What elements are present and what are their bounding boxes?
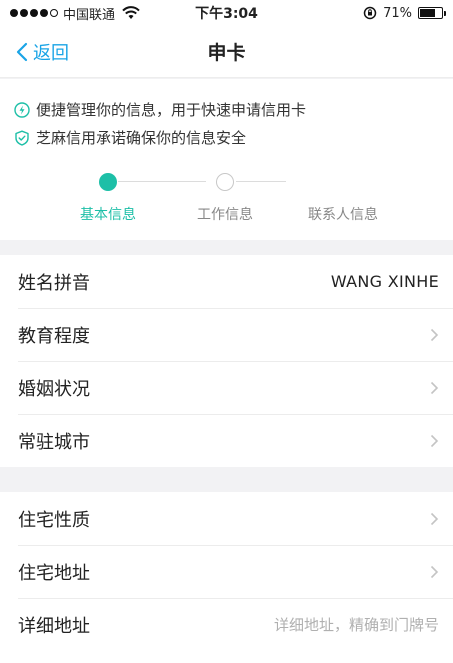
residence-address-row[interactable]: 住宅地址 xyxy=(0,545,453,598)
nav-bar: 返回 申卡 xyxy=(0,26,453,78)
name-pinyin-value: WANG XINHE xyxy=(330,272,439,291)
name-pinyin-row[interactable]: 姓名拼音 WANG XINHE xyxy=(0,255,453,308)
notice-convenience: 便捷管理你的信息，用于快速申请信用卡 xyxy=(14,99,306,120)
signal-strength-icon xyxy=(10,9,58,17)
orientation-lock-icon xyxy=(363,6,377,20)
chevron-right-icon xyxy=(430,565,439,578)
row-label: 详细地址 xyxy=(18,615,90,637)
notice-text: 芝麻信用承诺确保你的信息安全 xyxy=(36,129,247,147)
page-title: 申卡 xyxy=(207,42,246,64)
lightning-icon xyxy=(14,101,30,118)
row-label: 婚姻状况 xyxy=(18,378,90,400)
battery-percent: 71% xyxy=(383,5,412,21)
step-indicator-basic xyxy=(99,173,117,191)
carrier-name: 中国联通 xyxy=(63,7,116,23)
detailed-address-row[interactable]: 详细地址 详细地址，精确到门牌号 xyxy=(0,598,453,651)
row-label: 常驻城市 xyxy=(18,431,90,453)
row-label: 教育程度 xyxy=(18,325,90,347)
chevron-right-icon xyxy=(430,512,439,525)
row-label: 住宅地址 xyxy=(18,562,90,584)
progress-stepper: 基本信息 工作信息 联系人信息 xyxy=(0,165,453,225)
info-panel: 便捷管理你的信息，用于快速申请信用卡 芝麻信用承诺确保你的信息安全 基本信息 工… xyxy=(0,79,453,240)
row-label: 住宅性质 xyxy=(18,509,90,531)
education-row[interactable]: 教育程度 xyxy=(0,308,453,361)
step-label-contacts: 联系人信息 xyxy=(308,207,378,223)
basic-info-section: 姓名拼音 WANG XINHE 教育程度 婚姻状况 常驻城市 xyxy=(0,255,453,467)
step-label-work: 工作信息 xyxy=(197,207,253,223)
status-bar: 中国联通 下午3:04 71% xyxy=(0,0,453,26)
shield-check-icon xyxy=(15,130,29,146)
row-label: 姓名拼音 xyxy=(18,272,90,294)
back-label: 返回 xyxy=(33,43,69,64)
chevron-left-icon xyxy=(16,42,28,62)
marital-status-row[interactable]: 婚姻状况 xyxy=(0,361,453,414)
notice-text: 便捷管理你的信息，用于快速申请信用卡 xyxy=(36,101,307,119)
residence-section: 住宅性质 住宅地址 详细地址 详细地址，精确到门牌号 xyxy=(0,492,453,663)
step-connector xyxy=(118,181,206,182)
resident-city-row[interactable]: 常驻城市 xyxy=(0,414,453,467)
wifi-icon xyxy=(122,6,140,19)
step-label-basic: 基本信息 xyxy=(80,207,136,223)
notice-security: 芝麻信用承诺确保你的信息安全 xyxy=(14,127,246,148)
back-button[interactable]: 返回 xyxy=(16,26,69,78)
battery-icon xyxy=(418,7,446,19)
chevron-right-icon xyxy=(430,381,439,394)
step-connector xyxy=(236,181,286,182)
step-indicator-work xyxy=(216,173,234,191)
chevron-right-icon xyxy=(430,328,439,341)
residence-type-row[interactable]: 住宅性质 xyxy=(0,492,453,545)
chevron-right-icon xyxy=(430,434,439,447)
detailed-address-input[interactable]: 详细地址，精确到门牌号 xyxy=(274,614,439,635)
